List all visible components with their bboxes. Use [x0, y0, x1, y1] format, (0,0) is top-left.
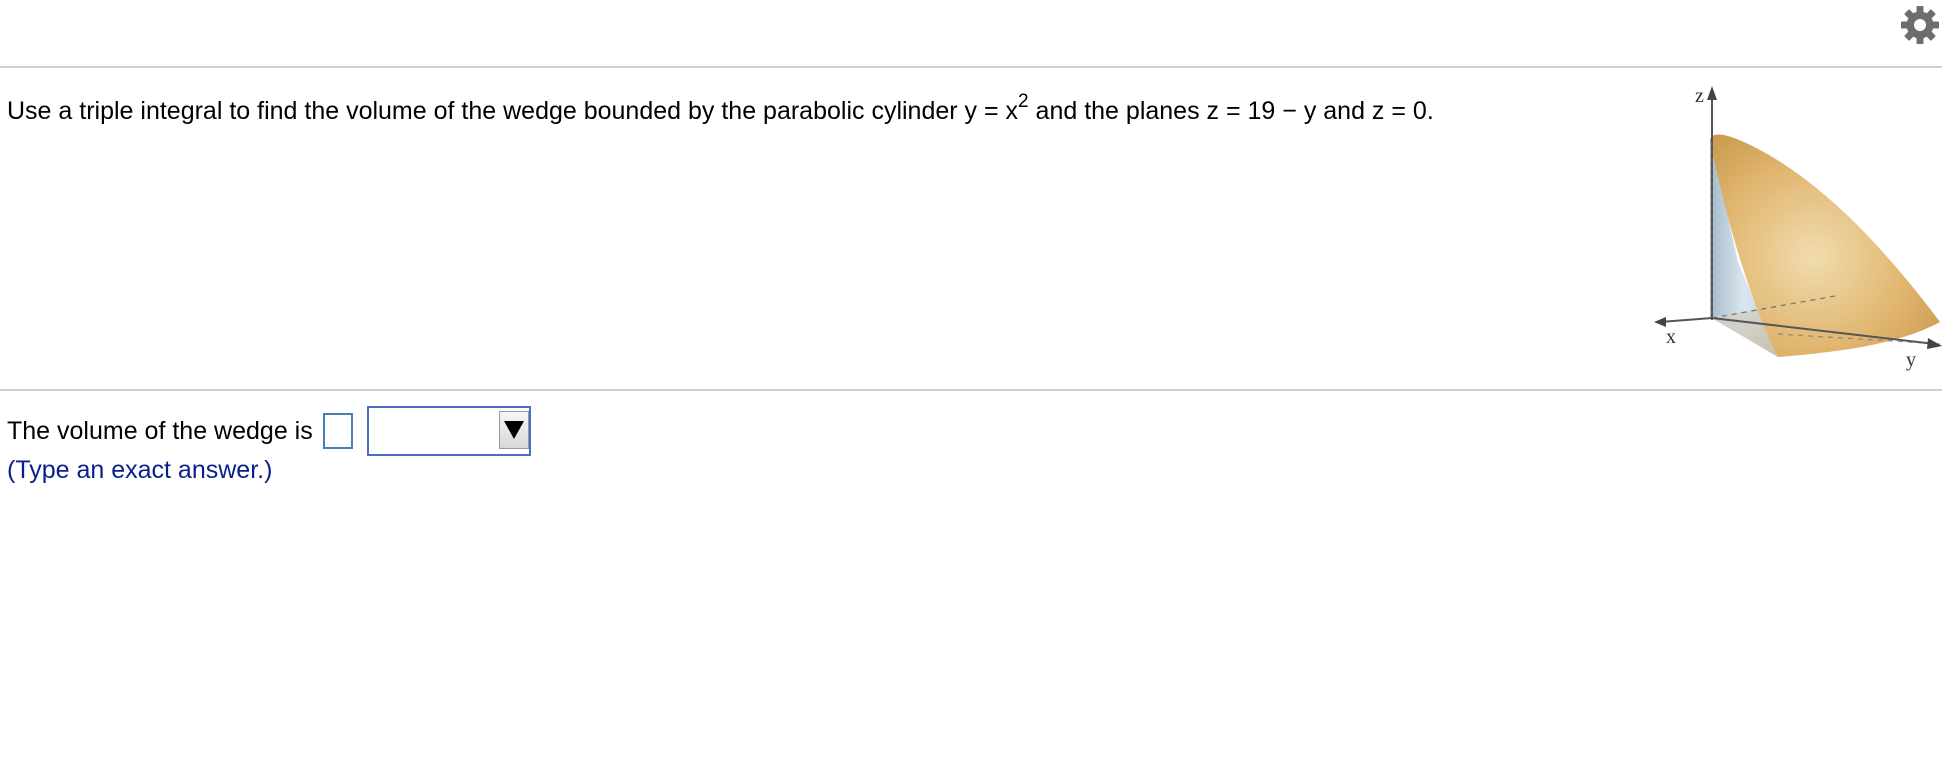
- page: Use a triple integral to find the volume…: [0, 0, 1942, 768]
- x-axis-arrow: [1654, 317, 1666, 327]
- z-axis-label: z: [1695, 85, 1704, 107]
- triangle-down-icon: [503, 421, 524, 439]
- question-text-part1: Use a triple integral to find the volume…: [7, 97, 1019, 125]
- question-text: Use a triple integral to find the volume…: [7, 92, 1434, 130]
- z-axis-arrow: [1707, 86, 1717, 100]
- x-axis-label: x: [1666, 326, 1676, 348]
- dropdown-arrow-button[interactable]: [498, 411, 529, 449]
- answer-prefix-text: The volume of the wedge is: [7, 417, 313, 445]
- wedge-3d-graph: z x y: [1654, 85, 1942, 371]
- gear-icon: [1901, 6, 1939, 44]
- answer-hint: (Type an exact answer.): [7, 456, 273, 484]
- section-divider: [0, 389, 1942, 391]
- top-toolbar: [0, 0, 1942, 68]
- question-text-part2: and the planes z = 19 − y and z = 0.: [1028, 97, 1434, 125]
- y-axis-label: y: [1906, 349, 1916, 371]
- answer-input[interactable]: [322, 413, 353, 449]
- question-exponent: 2: [1018, 90, 1029, 112]
- units-dropdown[interactable]: [366, 406, 531, 456]
- x-axis-line: [1659, 317, 1713, 323]
- settings-button[interactable]: [1898, 3, 1942, 47]
- wedge-figure: z x y: [1650, 82, 1942, 382]
- answer-row: The volume of the wedge is: [7, 405, 531, 457]
